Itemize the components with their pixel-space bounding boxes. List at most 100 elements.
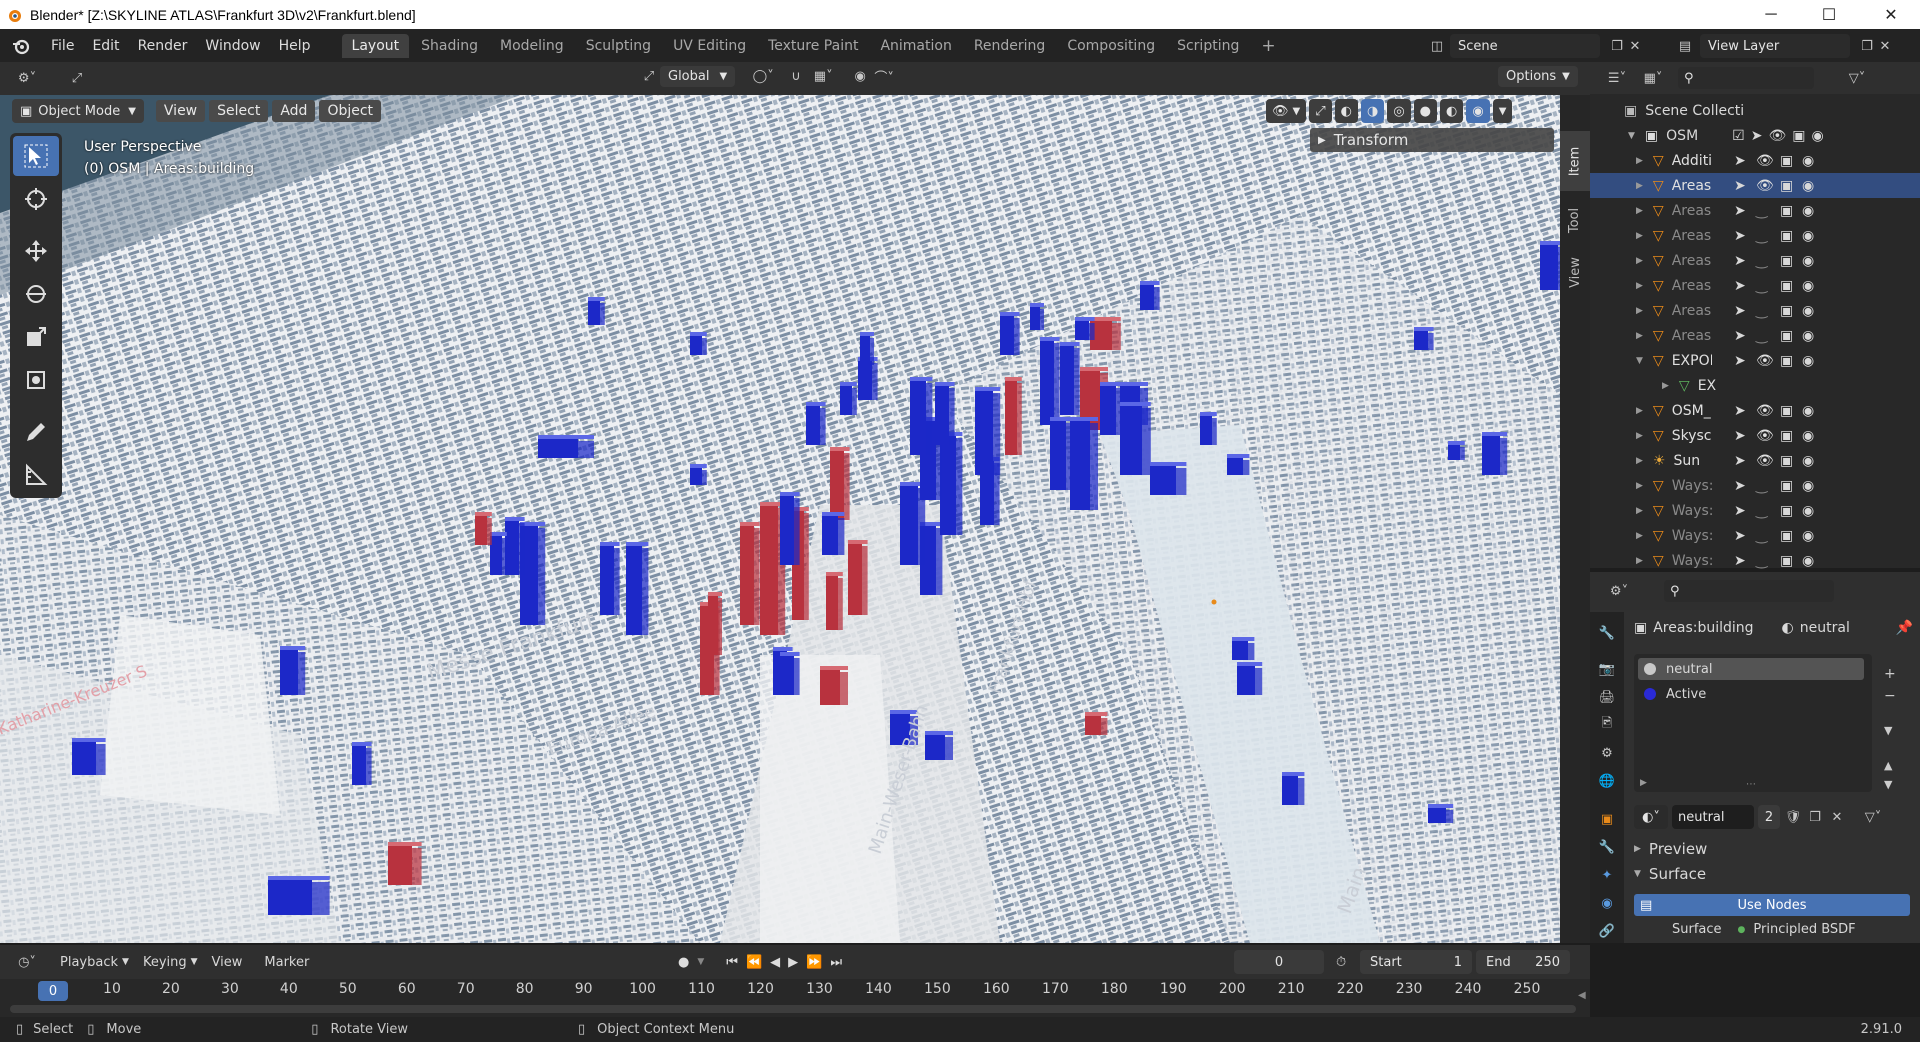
outliner-row[interactable]: ▶ ▽ Areas: ➤ ‿ ▣ ◉ <box>1590 248 1920 273</box>
outliner-row[interactable]: ▶ ▽ Areas: ➤ ‿ ▣ ◉ <box>1590 298 1920 323</box>
select-arrow-icon[interactable]: ➤ <box>1734 428 1746 444</box>
minimize-button[interactable]: ─ <box>1742 0 1800 29</box>
camera-icon[interactable]: ◉ <box>1802 528 1814 544</box>
select-arrow-icon[interactable]: ➤ <box>1734 478 1746 494</box>
jump-end-icon[interactable]: ⏭ <box>830 955 842 970</box>
measure-tool[interactable] <box>13 455 59 495</box>
viewport-menu-object[interactable]: Object <box>319 100 382 122</box>
tab-modeling[interactable]: Modeling <box>490 34 574 58</box>
monitor-icon[interactable]: ▣ <box>1780 428 1793 444</box>
camera-icon[interactable]: ◉ <box>1802 228 1814 244</box>
blender-menu-icon[interactable] <box>10 35 32 57</box>
eye-closed-icon[interactable]: ‿ <box>1756 228 1767 244</box>
move-tool[interactable] <box>13 231 59 271</box>
eye-closed-icon[interactable]: ‿ <box>1756 278 1767 294</box>
object-props-icon[interactable]: ▣ <box>1598 810 1616 828</box>
new-scene-icon[interactable]: ❐ <box>1608 37 1626 55</box>
scale-tool[interactable] <box>13 317 59 357</box>
camera-icon[interactable]: ◉ <box>1802 453 1814 469</box>
rotate-tool[interactable] <box>13 274 59 314</box>
current-frame-field[interactable]: 0 <box>1234 950 1324 974</box>
play-reverse-icon[interactable]: ◀ <box>770 955 780 970</box>
select-arrow-icon[interactable]: ➤ <box>1734 553 1746 569</box>
eye-closed-icon[interactable]: ‿ <box>1756 553 1767 569</box>
select-arrow-icon[interactable]: ➤ <box>1734 228 1746 244</box>
monitor-icon[interactable]: ▣ <box>1780 228 1793 244</box>
camera-icon[interactable]: ◉ <box>1802 478 1814 494</box>
proportional-edit-icon[interactable]: ◉ <box>851 68 869 86</box>
monitor-icon[interactable]: ▣ <box>1780 203 1793 219</box>
monitor-icon[interactable]: ▣ <box>1780 178 1793 194</box>
tab-texture-paint[interactable]: Texture Paint <box>758 34 868 58</box>
jump-start-icon[interactable]: ⏮ <box>726 955 738 970</box>
scene-selector[interactable]: Scene <box>1450 34 1600 58</box>
material-link-icon[interactable]: ▽˅ <box>1860 808 1886 826</box>
chevron-right-icon[interactable]: ▶ <box>1636 456 1643 466</box>
outliner-row[interactable]: ▶ ▽ Ways: ➤ ‿ ▣ ◉ <box>1590 523 1920 548</box>
prev-keyframe-icon[interactable]: ⏪ <box>746 955 762 970</box>
camera-icon[interactable]: ◉ <box>1802 178 1814 194</box>
browse-material-button[interactable]: ◐˅ <box>1634 805 1668 829</box>
render-icon[interactable]: 📷 <box>1598 660 1616 678</box>
end-frame-field[interactable]: End 250 <box>1476 950 1570 974</box>
delete-view-layer-icon[interactable]: ✕ <box>1876 37 1894 55</box>
outliner-row[interactable]: ▶ ▽ Areas: ➤ ‿ ▣ ◉ <box>1590 223 1920 248</box>
outliner-row[interactable]: ▶ ▽ Skyscr ➤ 👁 ▣ ◉ <box>1590 423 1920 448</box>
shading-material[interactable]: ◐ <box>1440 99 1464 123</box>
outliner-row[interactable]: ▶ ▽ Areas: ➤ ‿ ▣ ◉ <box>1590 323 1920 348</box>
timeline-menu-playback[interactable]: Playback <box>60 955 118 970</box>
eye-icon[interactable]: 👁 <box>1756 403 1774 419</box>
material-users-count[interactable]: 2 <box>1758 805 1780 829</box>
select-arrow-icon[interactable]: ➤ <box>1734 328 1746 344</box>
chevron-right-icon[interactable]: ▶ <box>1636 406 1643 416</box>
eye-closed-icon[interactable]: ‿ <box>1756 303 1767 319</box>
view-layer-props-icon[interactable]: 🖻 <box>1598 716 1616 734</box>
select-arrow-icon[interactable]: ➤ <box>1734 303 1746 319</box>
modifier-wrench-icon[interactable]: 🔧 <box>1598 838 1616 856</box>
chevron-right-icon[interactable]: ▶ <box>1640 778 1647 788</box>
select-arrow-icon[interactable]: ➤ <box>1734 253 1746 269</box>
3d-viewport[interactable]: Messe Frankfurt Europa-Allee Katharine-K… <box>0 95 1560 943</box>
outliner-row[interactable]: ▶ ▽ EX <box>1590 373 1920 398</box>
monitor-icon[interactable]: ▣ <box>1780 553 1793 569</box>
scene-icon[interactable]: ◫ <box>1428 37 1446 55</box>
camera-icon[interactable]: ◉ <box>1802 278 1814 294</box>
chevron-right-icon[interactable]: ▶ <box>1636 156 1643 166</box>
tab-scripting[interactable]: Scripting <box>1167 34 1249 58</box>
outliner-row[interactable]: ▶ ▽ Ways: ➤ ‿ ▣ ◉ <box>1590 473 1920 498</box>
outliner-row[interactable]: ▶ ▽ OSM_N ➤ 👁 ▣ ◉ <box>1590 398 1920 423</box>
monitor-icon[interactable]: ▣ <box>1780 303 1793 319</box>
tab-rendering[interactable]: Rendering <box>964 34 1056 58</box>
surface-section[interactable]: ▼ Surface <box>1634 862 1914 886</box>
material-slot[interactable]: Active <box>1638 683 1864 705</box>
playhead[interactable]: 0 <box>38 981 68 1001</box>
snap-target-icon[interactable]: ▦˅ <box>805 68 841 86</box>
next-keyframe-icon[interactable]: ⏩ <box>806 955 822 970</box>
tab-uv-editing[interactable]: UV Editing <box>663 34 756 58</box>
duplicate-material-icon[interactable]: ❐ <box>1806 808 1824 826</box>
select-arrow-icon[interactable]: ➤ <box>1734 453 1746 469</box>
outliner-search-input[interactable]: ⚲ <box>1678 67 1814 89</box>
options-dropdown[interactable]: Options ▼ <box>1498 66 1578 87</box>
select-arrow-icon[interactable]: ➤ <box>1734 528 1746 544</box>
menu-file[interactable]: File <box>42 38 83 54</box>
camera-icon[interactable]: ◉ <box>1802 253 1814 269</box>
shading-options[interactable]: ▼ <box>1492 99 1513 123</box>
outliner-row-scene-collection[interactable]: ▣ Scene Collecti <box>1590 98 1920 123</box>
add-slot-icon[interactable]: + <box>1884 666 1896 682</box>
monitor-icon[interactable]: ▣ <box>1780 453 1793 469</box>
material-name-field[interactable]: neutral <box>1672 805 1754 829</box>
outliner-row[interactable]: ▶ ☀ Sun ➤ 👁 ▣ ◉ <box>1590 448 1920 473</box>
select-arrow-icon[interactable]: ➤ <box>1734 203 1746 219</box>
unlink-material-icon[interactable]: ✕ <box>1828 808 1846 826</box>
viewport-menu-select[interactable]: Select <box>209 100 269 122</box>
outliner-editor-type-icon[interactable]: ☰˅ <box>1602 69 1632 87</box>
select-arrow-icon[interactable]: ➤ <box>1751 128 1763 144</box>
play-icon[interactable]: ▶ <box>788 955 798 970</box>
output-icon[interactable]: 🖨 <box>1598 688 1616 706</box>
menu-edit[interactable]: Edit <box>83 38 128 54</box>
camera-icon[interactable]: ◉ <box>1802 303 1814 319</box>
transform-pivot-icon[interactable]: ⤢ <box>68 70 86 88</box>
outliner-row[interactable]: ▶ ▽ Ways: ➤ ‿ ▣ ◉ <box>1590 498 1920 523</box>
outliner-row[interactable]: ▶ ▽ Areas: ➤ 👁 ▣ ◉ <box>1590 173 1920 198</box>
